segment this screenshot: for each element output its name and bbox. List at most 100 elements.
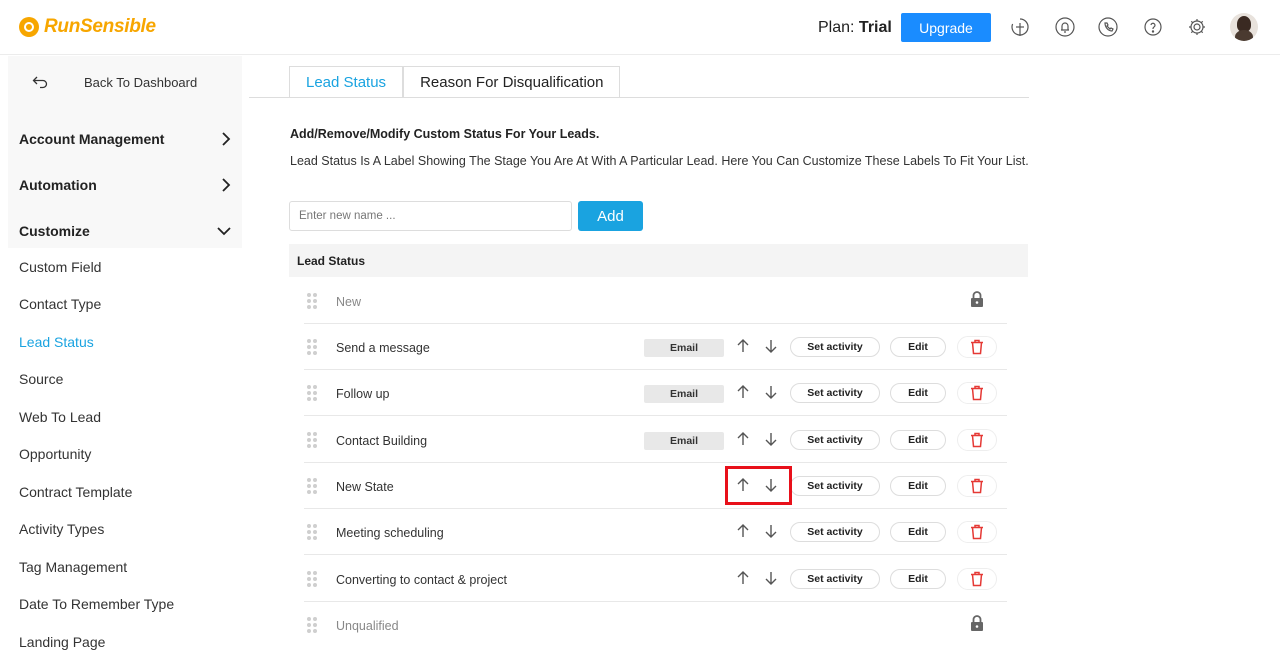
plan-value: Trial <box>858 19 892 36</box>
section-label: Customize <box>19 223 90 239</box>
drag-handle-icon[interactable] <box>307 478 317 494</box>
drag-handle-icon[interactable] <box>307 617 317 633</box>
lead-status-row: New State Set activity Edit <box>304 463 1007 509</box>
edit-button[interactable]: Edit <box>890 430 946 450</box>
lead-status-row: Send a message Email Set activity Edit <box>304 324 1007 370</box>
help-icon[interactable] <box>1142 16 1164 38</box>
set-activity-button[interactable]: Set activity <box>790 569 880 589</box>
sidebar-item-web-to-lead[interactable]: Web To Lead <box>8 398 242 436</box>
sidebar-item-opportunity[interactable]: Opportunity <box>8 436 242 474</box>
edit-button[interactable]: Edit <box>890 476 946 496</box>
sidebar-item-date-to-remember-type[interactable]: Date To Remember Type <box>8 586 242 624</box>
lead-status-row: Follow up Email Set activity Edit <box>304 370 1007 416</box>
tab-divider <box>249 97 1029 98</box>
sidebar-section-customize[interactable]: Customize <box>8 211 242 251</box>
move-down-arrow-icon[interactable] <box>762 569 780 587</box>
drag-handle-icon[interactable] <box>307 339 317 355</box>
notification-bell-icon[interactable] <box>1054 16 1076 38</box>
chevron-down-icon <box>217 227 231 236</box>
move-down-arrow-icon[interactable] <box>762 337 780 355</box>
set-activity-button[interactable]: Set activity <box>790 383 880 403</box>
lead-status-name: Follow up <box>336 387 390 401</box>
back-to-dashboard-link[interactable]: Back To Dashboard <box>8 56 242 108</box>
user-avatar[interactable] <box>1230 13 1258 41</box>
sidebar-section-account-management[interactable]: Account Management <box>8 119 242 159</box>
trash-icon <box>971 339 983 355</box>
delete-button[interactable] <box>957 568 997 590</box>
section-label: Automation <box>19 177 97 193</box>
section-description: Lead Status Is A Label Showing The Stage… <box>290 154 1029 168</box>
drag-handle-icon[interactable] <box>307 524 317 540</box>
move-down-arrow-icon[interactable] <box>762 430 780 448</box>
drag-handle-icon[interactable] <box>307 432 317 448</box>
set-activity-button[interactable]: Set activity <box>790 337 880 357</box>
section-label: Account Management <box>19 131 165 147</box>
email-badge[interactable]: Email <box>644 339 724 357</box>
move-up-arrow-icon[interactable] <box>734 430 752 448</box>
chevron-right-icon <box>222 178 231 192</box>
sidebar-item-custom-field[interactable]: Custom Field <box>8 248 242 286</box>
brand-name: RunSensible <box>44 16 156 37</box>
move-down-arrow-icon[interactable] <box>762 522 780 540</box>
brand-logo-icon <box>19 17 39 37</box>
email-badge[interactable]: Email <box>644 432 724 450</box>
move-up-arrow-icon[interactable] <box>734 383 752 401</box>
delete-button[interactable] <box>957 475 997 497</box>
sidebar-item-contact-type[interactable]: Contact Type <box>8 286 242 324</box>
customize-submenu: Custom Field Contact Type Lead Status So… <box>8 248 242 661</box>
tab-lead-status[interactable]: Lead Status <box>289 66 404 98</box>
sidebar-item-lead-status[interactable]: Lead Status <box>8 323 242 361</box>
email-badge[interactable]: Email <box>644 385 724 403</box>
trash-icon <box>971 571 983 587</box>
lead-status-row: Converting to contact & project Set activ… <box>304 556 1007 602</box>
delete-button[interactable] <box>957 521 997 543</box>
delete-button[interactable] <box>957 382 997 404</box>
trash-icon <box>971 524 983 540</box>
lock-icon <box>970 290 984 308</box>
highlight-annotation <box>725 466 792 505</box>
phone-icon[interactable] <box>1097 16 1119 38</box>
sidebar-section-automation[interactable]: Automation <box>8 165 242 205</box>
back-to-dashboard-label: Back To Dashboard <box>84 74 198 90</box>
edit-button[interactable]: Edit <box>890 569 946 589</box>
edit-button[interactable]: Edit <box>890 522 946 542</box>
delete-button[interactable] <box>957 336 997 358</box>
move-down-arrow-icon[interactable] <box>762 383 780 401</box>
trash-icon <box>971 478 983 494</box>
delete-button[interactable] <box>957 429 997 451</box>
settings-gear-icon[interactable] <box>1186 16 1208 38</box>
drag-handle-icon[interactable] <box>307 385 317 401</box>
lead-status-name: New State <box>336 480 394 494</box>
new-status-name-input[interactable] <box>289 201 572 231</box>
lead-status-row: Contact Building Email Set activity Edit <box>304 417 1007 463</box>
lead-status-name: Converting to contact & project <box>336 573 507 587</box>
move-up-arrow-icon[interactable] <box>734 337 752 355</box>
lead-status-row: New <box>304 278 1007 324</box>
sidebar-item-source[interactable]: Source <box>8 361 242 399</box>
chevron-right-icon <box>222 132 231 146</box>
back-arrow-icon <box>32 76 48 89</box>
move-up-arrow-icon[interactable] <box>734 569 752 587</box>
drag-handle-icon[interactable] <box>307 571 317 587</box>
move-up-arrow-icon[interactable] <box>734 522 752 540</box>
drag-handle-icon[interactable] <box>307 293 317 309</box>
edit-button[interactable]: Edit <box>890 337 946 357</box>
lead-status-name: New <box>336 295 362 309</box>
edit-button[interactable]: Edit <box>890 383 946 403</box>
lock-icon <box>970 614 984 632</box>
sidebar-item-contract-template[interactable]: Contract Template <box>8 473 242 511</box>
add-circle-icon[interactable] <box>1009 16 1031 38</box>
tab-reason-for-disqualification[interactable]: Reason For Disqualification <box>403 66 621 98</box>
set-activity-button[interactable]: Set activity <box>790 476 880 496</box>
sidebar-item-landing-page[interactable]: Landing Page <box>8 623 242 661</box>
set-activity-button[interactable]: Set activity <box>790 522 880 542</box>
add-status-button[interactable]: Add <box>578 201 643 231</box>
sidebar-item-activity-types[interactable]: Activity Types <box>8 511 242 549</box>
brand-logo[interactable]: RunSensible <box>19 16 156 38</box>
lead-status-name: Unqualified <box>336 619 399 633</box>
section-heading: Add/Remove/Modify Custom Status For Your… <box>290 127 600 141</box>
sidebar-item-tag-management[interactable]: Tag Management <box>8 548 242 586</box>
lead-status-row: Unqualified <box>304 602 1007 648</box>
upgrade-button[interactable]: Upgrade <box>901 13 991 42</box>
set-activity-button[interactable]: Set activity <box>790 430 880 450</box>
